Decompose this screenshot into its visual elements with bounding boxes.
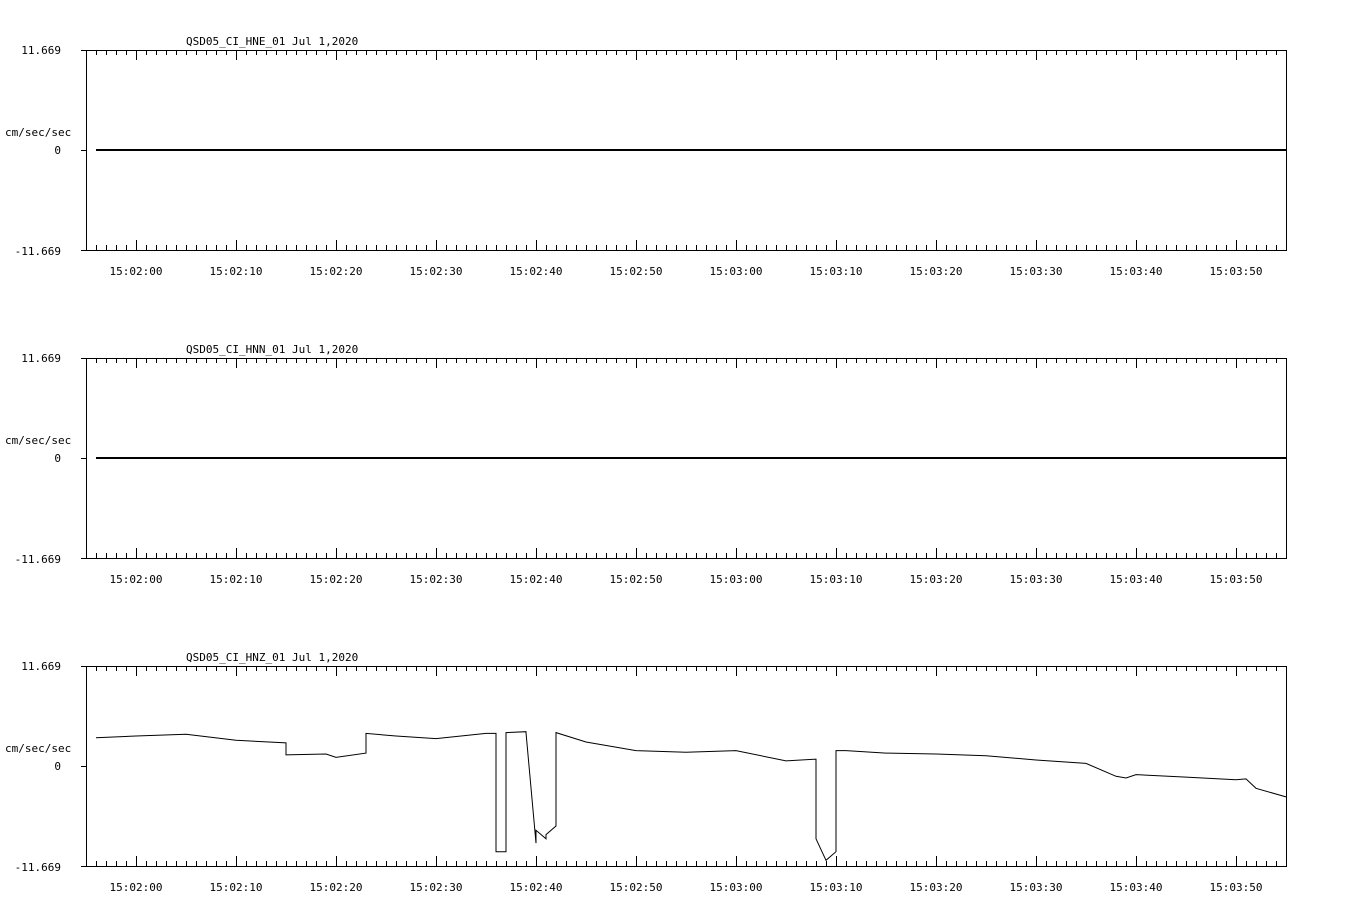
- x-tick-label: 15:03:00: [710, 881, 763, 894]
- x-tick-label: 15:02:30: [410, 265, 463, 278]
- x-tick-label: 15:02:10: [210, 265, 263, 278]
- plot-frame: [86, 666, 1287, 867]
- y-axis-label: cm/sec/sec: [5, 742, 71, 755]
- x-tick-label: 15:02:10: [210, 573, 263, 586]
- x-tick-label: 15:02:00: [110, 265, 163, 278]
- x-tick-label: 15:02:40: [510, 573, 563, 586]
- y-tick-label: 11.669: [21, 44, 61, 57]
- x-tick-label: 15:03:40: [1110, 881, 1163, 894]
- x-tick-label: 15:03:20: [910, 881, 963, 894]
- x-tick-label: 15:03:30: [1010, 881, 1063, 894]
- x-tick-label: 15:03:30: [1010, 265, 1063, 278]
- x-tick-label: 15:02:10: [210, 881, 263, 894]
- x-tick-label: 15:03:10: [810, 881, 863, 894]
- panel-title: QSD05_CI_HNN_01 Jul 1,2020: [186, 343, 358, 356]
- y-axis-label: cm/sec/sec: [5, 434, 71, 447]
- x-tick-label: 15:03:40: [1110, 265, 1163, 278]
- y-tick-label: 11.669: [21, 660, 61, 673]
- x-tick-label: 15:02:40: [510, 881, 563, 894]
- x-tick-label: 15:03:50: [1210, 573, 1263, 586]
- x-tick-label: 15:02:20: [310, 881, 363, 894]
- y-tick-label: 11.669: [21, 352, 61, 365]
- x-tick-label: 15:03:20: [910, 573, 963, 586]
- y-tick-label: -11.669: [15, 861, 61, 874]
- x-tick-label: 15:02:50: [610, 573, 663, 586]
- x-tick-label: 15:03:50: [1210, 881, 1263, 894]
- x-tick-label: 15:02:20: [310, 265, 363, 278]
- seismogram-panel-2: 15:02:00 15:02:10 15:02:20 15:02:30 15:02:40…: [5, 651, 1287, 894]
- y-tick-label: 0: [54, 452, 61, 465]
- x-tick-label: 15:03:10: [810, 265, 863, 278]
- panel-title: QSD05_CI_HNE_01 Jul 1,2020: [186, 35, 358, 48]
- x-tick-label: 15:02:50: [610, 881, 663, 894]
- y-axis-label: cm/sec/sec: [5, 126, 71, 139]
- panel-title: QSD05_CI_HNZ_01 Jul 1,2020: [186, 651, 358, 664]
- y-tick-label: 0: [54, 760, 61, 773]
- x-tick-label: 15:03:10: [810, 573, 863, 586]
- waveform-trace: [95, 731, 1287, 862]
- x-tick-label: 15:02:30: [410, 881, 463, 894]
- x-tick-label: 15:03:00: [710, 265, 763, 278]
- seismogram-panel-1: 15:02:00 15:02:10 15:02:20 15:02:30 15:02:40…: [5, 343, 1287, 586]
- x-tick-label: 15:02:00: [110, 881, 163, 894]
- y-tick-label: -11.669: [15, 245, 61, 258]
- seismogram-panel-0: 15:02:00 15:02:10 15:02:20 15:02:30 15:02:40…: [5, 35, 1287, 278]
- x-tick-label: 15:03:50: [1210, 265, 1263, 278]
- x-tick-label: 15:03:40: [1110, 573, 1163, 586]
- x-tick-label: 15:02:50: [610, 265, 663, 278]
- y-tick-label: 0: [54, 144, 61, 157]
- x-tick-label: 15:03:00: [710, 573, 763, 586]
- x-tick-label: 15:03:30: [1010, 573, 1063, 586]
- seismogram-figure: 15:02:00 15:02:10 15:02:20 15:02:30 15:02:40…: [5, 35, 1287, 894]
- x-tick-label: 15:02:30: [410, 573, 463, 586]
- x-tick-label: 15:03:20: [910, 265, 963, 278]
- y-tick-label: -11.669: [15, 553, 61, 566]
- x-tick-label: 15:02:40: [510, 265, 563, 278]
- x-tick-label: 15:02:20: [310, 573, 363, 586]
- x-tick-label: 15:02:00: [110, 573, 163, 586]
